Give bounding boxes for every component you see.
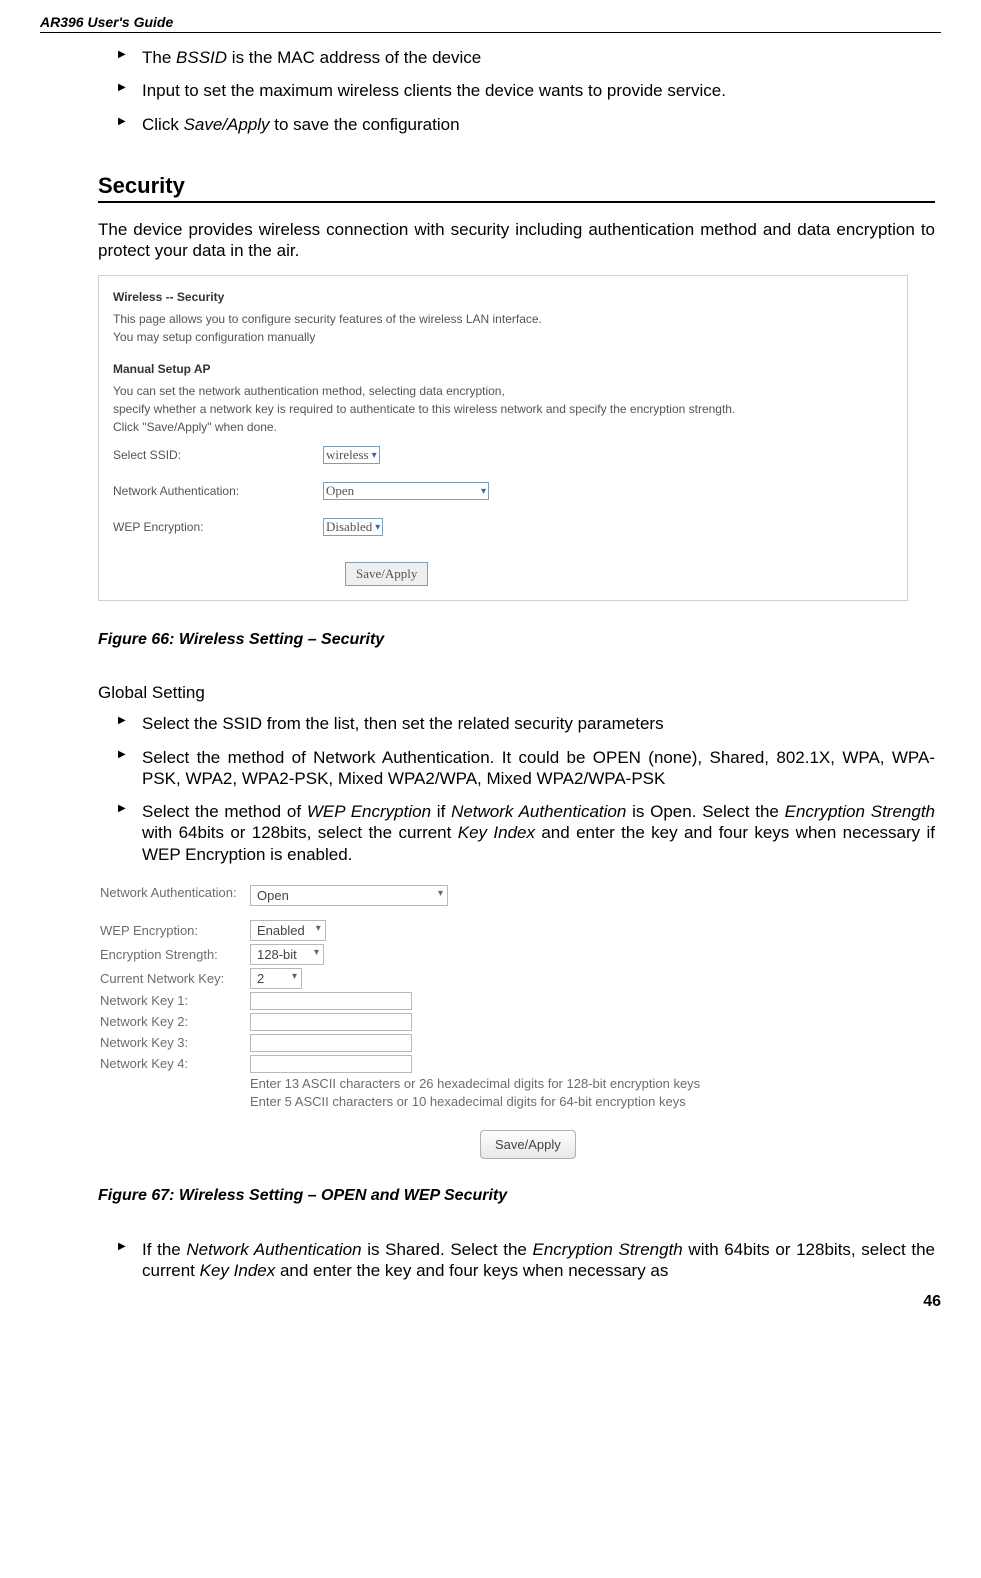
- panel-subtitle: Manual Setup AP: [113, 362, 893, 376]
- chevron-down-icon: ▾: [481, 486, 486, 497]
- select-value: Open: [326, 483, 354, 499]
- save-apply-button2[interactable]: Save/Apply: [480, 1130, 576, 1159]
- t: if: [431, 802, 451, 821]
- select-value: wireless: [326, 447, 369, 463]
- panel-wep-settings: Network Authentication: Open WEP Encrypt…: [98, 877, 782, 1167]
- text: Select the method of Network Authenticat…: [142, 748, 935, 788]
- t-em: Encryption Strength: [785, 802, 935, 821]
- label-netkey1: Network Key 1:: [100, 993, 250, 1008]
- select-network-auth2[interactable]: Open: [250, 885, 448, 906]
- t: is Shared. Select the: [362, 1240, 533, 1259]
- section-intro: The device provides wireless connection …: [98, 219, 935, 262]
- global-bullet-list: Select the SSID from the list, then set …: [98, 713, 935, 865]
- chevron-down-icon: ▾: [372, 450, 377, 461]
- t-em: Network Authentication: [186, 1240, 361, 1259]
- label-select-ssid: Select SSID:: [113, 448, 323, 462]
- bullet-select-auth-method: Select the method of Network Authenticat…: [118, 747, 935, 790]
- select-wep-enc2[interactable]: Enabled: [250, 920, 326, 941]
- global-setting-heading: Global Setting: [98, 683, 935, 703]
- label-network-auth2: Network Authentication:: [100, 885, 250, 901]
- text: is the MAC address of the device: [227, 48, 481, 67]
- hint-128bit: Enter 13 ASCII characters or 26 hexadeci…: [250, 1076, 700, 1091]
- t-em: Key Index: [458, 823, 535, 842]
- text: Click: [142, 115, 184, 134]
- text-em: BSSID: [176, 48, 227, 67]
- panel-title: Wireless -- Security: [113, 290, 893, 304]
- select-enc-strength[interactable]: 128-bit: [250, 944, 324, 965]
- running-header: AR396 User's Guide: [40, 14, 941, 33]
- label-netkey4: Network Key 4:: [100, 1056, 250, 1071]
- section-title-security: Security: [98, 173, 935, 203]
- text: Input to set the maximum wireless client…: [142, 81, 726, 100]
- panel-desc-line: Click "Save/Apply" when done.: [113, 418, 893, 436]
- label-netkey2: Network Key 2:: [100, 1014, 250, 1029]
- select-network-auth[interactable]: Open ▾: [323, 482, 489, 500]
- input-netkey1[interactable]: [250, 992, 412, 1010]
- t: Select the method of: [142, 802, 307, 821]
- text: to save the configuration: [270, 115, 460, 134]
- t-em: Encryption Strength: [533, 1240, 683, 1259]
- label-wep-enc2: WEP Encryption:: [100, 923, 250, 938]
- save-apply-button[interactable]: Save/Apply: [345, 562, 428, 586]
- select-ssid[interactable]: wireless▾: [323, 446, 380, 464]
- label-network-auth: Network Authentication:: [113, 484, 323, 498]
- t: with 64bits or 128bits, select the curre…: [142, 823, 458, 842]
- shared-bullet-list: If the Network Authentication is Shared.…: [98, 1239, 935, 1282]
- panel-desc-line: You can set the network authentication m…: [113, 382, 893, 400]
- panel-desc-line: You may setup configuration manually: [113, 328, 893, 346]
- t-em: WEP Encryption: [307, 802, 431, 821]
- t-em: Network Authentication: [451, 802, 626, 821]
- t: and enter the key and four keys when nec…: [275, 1261, 668, 1280]
- label-wep-encryption: WEP Encryption:: [113, 520, 323, 534]
- panel-desc-line: specify whether a network key is require…: [113, 400, 893, 418]
- top-bullet-list: The BSSID is the MAC address of the devi…: [98, 47, 935, 135]
- bullet-shared-auth: If the Network Authentication is Shared.…: [118, 1239, 935, 1282]
- input-netkey3[interactable]: [250, 1034, 412, 1052]
- select-wep-encryption[interactable]: Disabled▾: [323, 518, 383, 536]
- select-current-key[interactable]: 2: [250, 968, 302, 989]
- text-em: Save/Apply: [184, 115, 270, 134]
- t-em: Key Index: [200, 1261, 276, 1280]
- panel-wireless-security: Wireless -- Security This page allows yo…: [98, 275, 908, 601]
- bullet-select-ssid: Select the SSID from the list, then set …: [118, 713, 935, 734]
- figure-67-caption: Figure 67: Wireless Setting – OPEN and W…: [98, 1187, 935, 1205]
- select-value: Disabled: [326, 519, 372, 535]
- bullet-select-wep: Select the method of WEP Encryption if N…: [118, 801, 935, 865]
- t: If the: [142, 1240, 186, 1259]
- bullet-input-max: Input to set the maximum wireless client…: [118, 80, 935, 101]
- chevron-down-icon: ▾: [375, 522, 380, 533]
- text: Select the SSID from the list, then set …: [142, 714, 664, 733]
- figure-66-caption: Figure 66: Wireless Setting – Security: [98, 631, 935, 649]
- label-enc-strength: Encryption Strength:: [100, 947, 250, 962]
- page-number: 46: [40, 1293, 941, 1311]
- label-current-key: Current Network Key:: [100, 971, 250, 986]
- input-netkey2[interactable]: [250, 1013, 412, 1031]
- bullet-bssid: The BSSID is the MAC address of the devi…: [118, 47, 935, 68]
- label-netkey3: Network Key 3:: [100, 1035, 250, 1050]
- input-netkey4[interactable]: [250, 1055, 412, 1073]
- bullet-save-apply: Click Save/Apply to save the configurati…: [118, 114, 935, 135]
- panel-desc-line: This page allows you to configure securi…: [113, 310, 893, 328]
- hint-64bit: Enter 5 ASCII characters or 10 hexadecim…: [250, 1094, 686, 1109]
- t: is Open. Select the: [626, 802, 784, 821]
- text: The: [142, 48, 176, 67]
